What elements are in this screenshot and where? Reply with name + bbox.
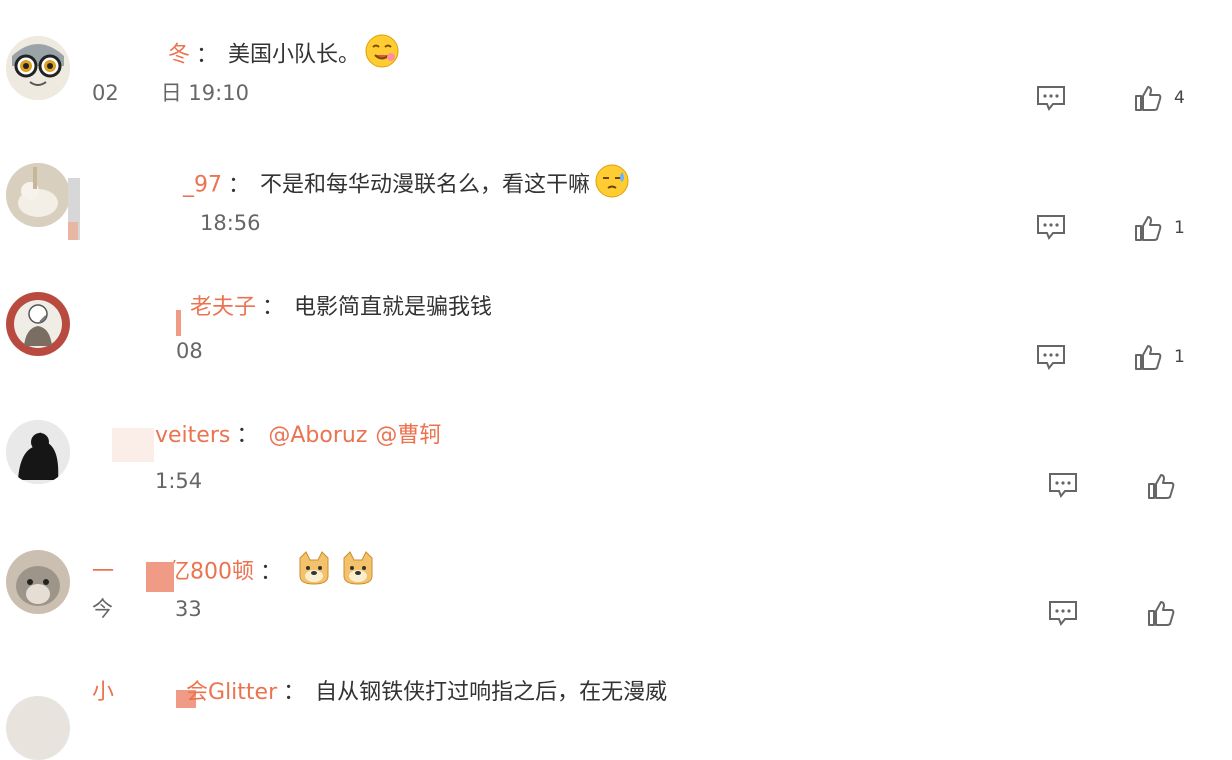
comment-line: _97： 不是和每华动漫联名么，看这干嘛 xyxy=(183,163,630,208)
timestamp: 今 33 xyxy=(92,597,202,621)
comment-icon xyxy=(1049,601,1077,626)
username[interactable]: 一 xyxy=(92,560,114,585)
comment-line: 冬： 美国小队长。 xyxy=(168,33,400,78)
like-button[interactable]: 1 xyxy=(1134,214,1185,242)
mention-link[interactable]: @Aboruz xyxy=(268,423,367,448)
timestamp: 08 xyxy=(176,339,203,363)
sweat-face-icon xyxy=(594,163,630,208)
comment-text: 电影简直就是骗我钱 xyxy=(294,295,493,320)
decor-block xyxy=(176,310,181,336)
username[interactable]: 冬 xyxy=(168,43,190,68)
comment-item: veiters： @Aboruz @曹轲 1:54 xyxy=(0,390,1232,520)
comment-item: _97： 不是和每华动漫联名么，看这干嘛 18:56 1 xyxy=(0,130,1232,260)
like-button[interactable]: 1 xyxy=(1134,343,1185,371)
doge-face-icon xyxy=(340,550,376,595)
like-count: 1 xyxy=(1174,218,1185,238)
thumbs-up-icon xyxy=(1148,601,1175,626)
like-count: 4 xyxy=(1174,88,1185,108)
username-part[interactable]: 会Glitter xyxy=(186,680,277,705)
comment-icon xyxy=(1037,86,1065,111)
timestamp: 02 日 19:10 xyxy=(92,81,249,105)
decor-block xyxy=(146,562,174,592)
user-avatar[interactable] xyxy=(6,550,70,614)
username[interactable]: _97 xyxy=(183,173,222,198)
comment-text: 自从钢铁侠打过响指之后，在无漫威 xyxy=(315,680,668,705)
username-part[interactable]: 亿800顿 xyxy=(168,560,254,585)
comment-item: 老夫子： 电影简直就是骗我钱 08 1 xyxy=(0,260,1232,390)
reply-button[interactable] xyxy=(1048,472,1078,498)
separator: ： xyxy=(283,680,306,705)
thumbs-up-icon xyxy=(1148,474,1175,499)
comment-icon xyxy=(1037,215,1065,240)
comment-item: 一 亿800顿： 今 33 xyxy=(0,520,1232,650)
smile-face-icon xyxy=(364,33,400,78)
comment-line: 小 会Glitter： 自从钢铁侠打过响指之后，在无漫威 xyxy=(92,678,667,708)
comment-line: 一 亿800顿： xyxy=(92,550,376,595)
decor-block xyxy=(68,222,78,240)
thumbs-up-icon xyxy=(1135,345,1162,370)
like-button[interactable] xyxy=(1147,472,1175,500)
username[interactable]: 小 xyxy=(92,680,114,705)
comment-icon xyxy=(1049,473,1077,498)
like-button[interactable]: 4 xyxy=(1134,84,1185,112)
mention-link[interactable]: @曹轲 xyxy=(375,423,441,448)
like-button[interactable] xyxy=(1147,599,1175,627)
separator: ： xyxy=(262,295,285,320)
reply-button[interactable] xyxy=(1048,600,1078,626)
separator: ： xyxy=(228,172,251,198)
comment-text: 美国小队长。 xyxy=(228,42,361,68)
comment-line: 老夫子： 电影简直就是骗我钱 xyxy=(190,293,492,323)
user-avatar[interactable] xyxy=(6,696,70,760)
timestamp: 1:54 xyxy=(155,469,203,493)
comment-item: 冬： 美国小队长。 02 日 19:10 4 xyxy=(0,0,1232,130)
reply-button[interactable] xyxy=(1036,214,1066,240)
reply-button[interactable] xyxy=(1036,344,1066,370)
user-avatar[interactable] xyxy=(6,163,70,227)
timestamp: 18:56 xyxy=(200,211,261,235)
reply-button[interactable] xyxy=(1036,85,1066,111)
comment-icon xyxy=(1037,345,1065,370)
decor-block xyxy=(112,428,154,462)
comment-item: 小 会Glitter： 自从钢铁侠打过响指之后，在无漫威 xyxy=(0,650,1232,760)
separator: ： xyxy=(260,559,283,585)
username[interactable]: veiters xyxy=(155,423,230,448)
username[interactable]: 老夫子 xyxy=(190,295,256,320)
separator: ： xyxy=(196,42,219,68)
thumbs-up-icon xyxy=(1135,216,1162,241)
comment-line: veiters： @Aboruz @曹轲 xyxy=(155,421,441,451)
user-avatar[interactable] xyxy=(6,420,70,484)
thumbs-up-icon xyxy=(1135,86,1162,111)
user-avatar[interactable] xyxy=(6,292,70,356)
separator: ： xyxy=(236,423,259,448)
user-avatar[interactable] xyxy=(6,36,70,100)
comment-text: 不是和每华动漫联名么，看这干嘛 xyxy=(260,172,591,198)
doge-face-icon xyxy=(296,550,332,595)
like-count: 1 xyxy=(1174,347,1185,367)
